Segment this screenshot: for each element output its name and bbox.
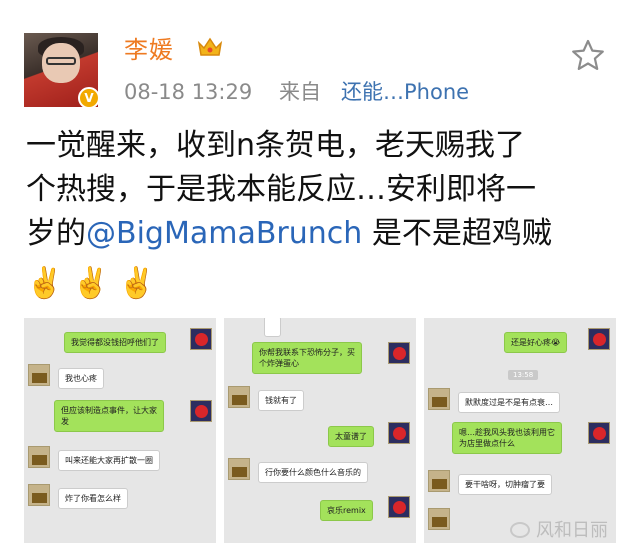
verified-badge-icon: V bbox=[78, 87, 100, 109]
chat-time-chip: 13:58 bbox=[508, 370, 539, 380]
post-meta: 08-18 13:29 来自 还能…Phone bbox=[124, 76, 469, 106]
chat-bubble: 要干啥呀，切肿瘤了要 bbox=[458, 474, 552, 495]
chat-avatar-other bbox=[428, 470, 450, 492]
mention-link[interactable]: @BigMamaBrunch bbox=[86, 216, 362, 251]
content-line-3-start: 岁的 bbox=[26, 216, 86, 251]
chat-avatar-other bbox=[228, 458, 250, 480]
chat-bubble-line: 你帮我联系下恐怖分子，买 bbox=[259, 348, 355, 357]
chat-bubble-line: 个炸弹蛋心 bbox=[259, 359, 299, 368]
post-source-link[interactable]: 还能…Phone bbox=[341, 80, 469, 104]
chat-bubble: 默默度过是不是有点衰… bbox=[458, 392, 560, 413]
chat-bubble: 太童谱了 bbox=[328, 426, 374, 447]
content-line-1: 一觉醒来，收到n条贺电，老天赐我了 bbox=[26, 128, 526, 163]
watermark-text: 风和日丽 bbox=[536, 520, 608, 541]
chat-avatar-other bbox=[28, 364, 50, 386]
chat-avatar-self bbox=[388, 342, 410, 364]
chat-screenshot-1[interactable]: 我觉得都没钱招呼他们了 我也心疼 但应该制造点事件，让大家 发 叫来还能大家再扩… bbox=[24, 318, 216, 543]
post-timestamp: 08-18 13:29 bbox=[124, 80, 253, 104]
chat-avatar-self bbox=[388, 422, 410, 444]
crown-icon bbox=[197, 37, 223, 56]
chat-avatar-self bbox=[588, 422, 610, 444]
content-line-3-end: 是不是超鸡贼 bbox=[362, 216, 552, 251]
star-icon[interactable] bbox=[570, 38, 606, 72]
chat-avatar-self bbox=[190, 400, 212, 422]
chat-screenshot-2[interactable]: 你帮我联系下恐怖分子，买 个炸弹蛋心 钱就有了 太童谱了 行你要什么颜色什么音乐… bbox=[224, 318, 416, 543]
chat-bubble: 叫来还能大家再扩散一圈 bbox=[58, 450, 160, 471]
chat-avatar-self bbox=[588, 328, 610, 350]
chat-bubble: 你帮我联系下恐怖分子，买 个炸弹蛋心 bbox=[252, 342, 362, 374]
chat-screenshot-3[interactable]: 还是好心疼😭 13:58 默默度过是不是有点衰… 嗯…趁我风头我也该利用它 为店… bbox=[424, 318, 616, 543]
chat-bubble: 还是好心疼😭 bbox=[504, 332, 568, 353]
content-line-3: 岁的@BigMamaBrunch 是不是超鸡贼 bbox=[26, 212, 616, 256]
watermark: 风和日丽 bbox=[510, 516, 608, 542]
chat-bubble: 我觉得都没钱招呼他们了 bbox=[64, 332, 166, 353]
chat-bubble-line: 发 bbox=[61, 417, 69, 426]
chat-avatar-other bbox=[428, 388, 450, 410]
victory-hand-emoji: ✌️ bbox=[26, 266, 64, 301]
chat-bubble-line: 但应该制造点事件，让大家 bbox=[61, 406, 157, 415]
chat-bubble: 但应该制造点事件，让大家 发 bbox=[54, 400, 164, 432]
chat-avatar-self bbox=[388, 496, 410, 518]
victory-hand-emoji: ✌️ bbox=[118, 266, 156, 301]
chat-bubble-line: 为店里做点什么 bbox=[459, 439, 515, 448]
avatar-glasses bbox=[46, 57, 76, 65]
chat-bubble bbox=[264, 318, 281, 337]
victory-hand-emoji: ✌️ bbox=[72, 266, 110, 301]
chat-bubble: 我也心疼 bbox=[58, 368, 104, 389]
wechat-icon bbox=[510, 522, 530, 538]
username[interactable]: 李媛 bbox=[124, 30, 174, 65]
chat-bubble: 行你要什么颜色什么音乐的 bbox=[258, 462, 368, 483]
chat-bubble-line: 嗯…趁我风头我也该利用它 bbox=[459, 428, 555, 437]
chat-bubble: 钱就有了 bbox=[258, 390, 304, 411]
chat-avatar-self bbox=[190, 328, 212, 350]
chat-avatar-other bbox=[228, 386, 250, 408]
chat-avatar-other bbox=[28, 446, 50, 468]
post-content: 一觉醒来，收到n条贺电，老天赐我了 个热搜，于是我本能反应…安利即将一 岁的@B… bbox=[26, 124, 616, 256]
chat-bubble: 嗯…趁我风头我也该利用它 为店里做点什么 bbox=[452, 422, 562, 454]
content-line-2: 个热搜，于是我本能反应…安利即将一 bbox=[26, 172, 536, 207]
chat-bubble: 哀乐remix bbox=[320, 500, 373, 521]
chat-avatar-other bbox=[428, 508, 450, 530]
chat-avatar-other bbox=[28, 484, 50, 506]
post-source-prefix: 来自 bbox=[278, 80, 321, 104]
chat-bubble: 炸了你看怎么样 bbox=[58, 488, 128, 509]
